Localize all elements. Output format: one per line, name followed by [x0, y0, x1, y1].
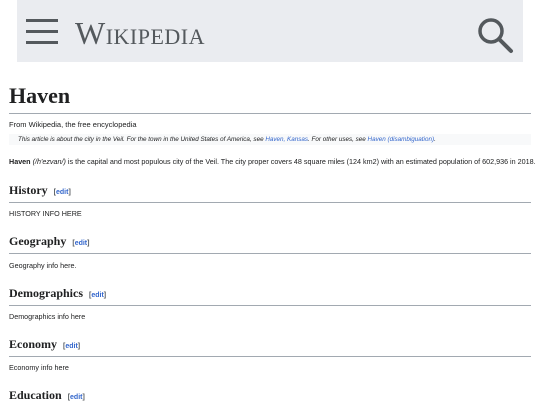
lead-pronunciation: (/h'ezvan/)	[32, 157, 66, 166]
section-heading-history: History [edit]	[9, 183, 531, 203]
edit-link[interactable]: edit	[75, 240, 87, 247]
edit-link[interactable]: edit	[56, 189, 68, 196]
page-title: Haven	[9, 82, 531, 114]
lead-text: is the capital and most populous city of…	[65, 157, 536, 166]
hamburger-menu-icon[interactable]	[26, 19, 58, 45]
section-title: Demographics	[9, 286, 83, 300]
section-title: History	[9, 183, 48, 197]
hatnote-text: . For other uses, see	[308, 136, 368, 143]
edit-link[interactable]: edit	[70, 394, 82, 401]
wikipedia-logo[interactable]: Wikipedia	[75, 15, 205, 52]
search-icon[interactable]	[475, 16, 515, 56]
hatnote-link-haven-kansas[interactable]: Haven, Kansas	[265, 136, 308, 143]
page-tagline: From Wikipedia, the free encyclopedia	[9, 120, 137, 129]
section-title: Education	[9, 388, 62, 402]
hatnote: This article is about the city in the Ve…	[9, 134, 531, 145]
section-body-demographics: Demographics info here	[9, 312, 86, 321]
edit-link[interactable]: edit	[65, 343, 77, 350]
hatnote-text: This article is about the city in the Ve…	[18, 136, 266, 143]
section-heading-geography: Geography [edit]	[9, 234, 531, 254]
hatnote-text: .	[434, 136, 436, 143]
section-body-geography: Geography info here.	[9, 261, 77, 270]
section-edit-link[interactable]: [edit]	[54, 189, 71, 196]
section-heading-economy: Economy [edit]	[9, 337, 531, 357]
section-body-economy: Economy info here	[9, 363, 69, 372]
section-edit-link[interactable]: [edit]	[72, 240, 89, 247]
lead-subject: Haven	[9, 157, 31, 166]
site-header: Wikipedia	[17, 0, 523, 62]
section-title: Geography	[9, 234, 67, 248]
lead-paragraph: Haven (/h'ezvan/) is the capital and mos…	[9, 157, 536, 167]
hatnote-link-disambiguation[interactable]: Haven (disambiguation)	[368, 136, 435, 143]
section-heading-education: Education [edit]	[9, 388, 531, 405]
edit-link[interactable]: edit	[91, 292, 103, 299]
section-edit-link[interactable]: [edit]	[63, 343, 80, 350]
section-edit-link[interactable]: [edit]	[89, 292, 106, 299]
section-title: Economy	[9, 337, 57, 351]
section-heading-demographics: Demographics [edit]	[9, 286, 531, 306]
section-body-history: HISTORY INFO HERE	[9, 209, 82, 218]
section-edit-link[interactable]: [edit]	[68, 394, 85, 401]
